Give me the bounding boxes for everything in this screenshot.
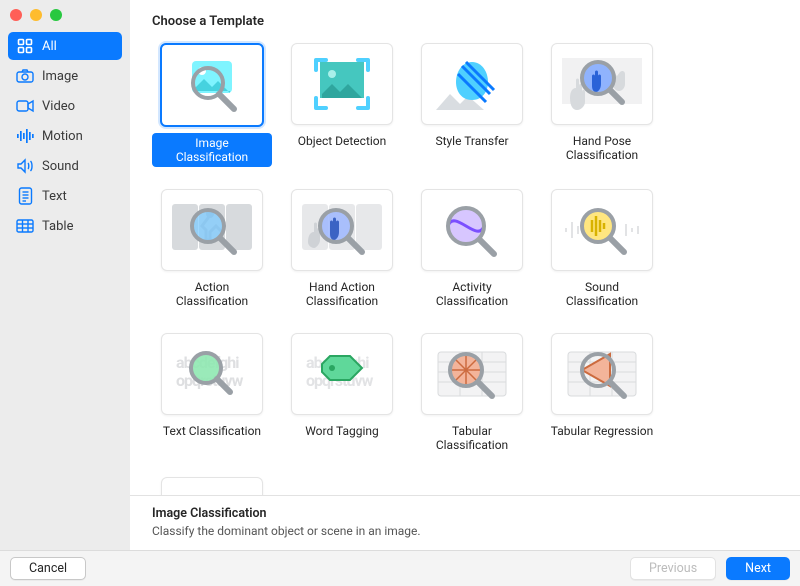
sidebar-item-video[interactable]: Video	[8, 92, 122, 120]
template-label: Activity Classification	[412, 277, 532, 311]
grid-icon	[16, 37, 34, 55]
camera-icon	[16, 67, 34, 85]
template-label: Hand Pose Classification	[542, 131, 662, 165]
template-card-word-tagging[interactable]: abcdefghiopqrstuvw Word Tagging	[282, 333, 402, 455]
template-card-activity-classification[interactable]: Activity Classification	[412, 189, 532, 311]
next-button[interactable]: Next	[726, 557, 790, 580]
detail-description: Classify the dominant object or scene in…	[152, 524, 778, 538]
style-transfer-thumb	[421, 43, 523, 125]
sidebar-item-label: Sound	[42, 159, 79, 174]
template-card-tabular-classification[interactable]: Tabular Classification	[412, 333, 532, 455]
close-icon[interactable]	[10, 9, 22, 21]
sidebar-item-image[interactable]: Image	[8, 62, 122, 90]
sidebar-item-label: Image	[42, 69, 78, 84]
template-label: Tabular Classification	[412, 421, 532, 455]
sidebar-item-table[interactable]: Table	[8, 212, 122, 240]
sidebar: All Image Video Motion	[0, 0, 130, 550]
sidebar-item-text[interactable]: Text	[8, 182, 122, 210]
detail-title: Image Classification	[152, 506, 778, 521]
activity-classification-thumb	[421, 189, 523, 271]
tabular-classification-thumb	[421, 333, 523, 415]
template-label: Sound Classification	[542, 277, 662, 311]
hand-pose-classification-thumb	[551, 43, 653, 125]
sidebar-item-label: All	[42, 39, 57, 54]
template-label: Text Classification	[157, 421, 267, 441]
sidebar-item-label: Table	[42, 219, 73, 234]
template-card-hand-action-classification[interactable]: Hand Action Classification	[282, 189, 402, 311]
template-card-text-classification[interactable]: abcdefghiopqrstuvw Text Classification	[152, 333, 272, 455]
object-detection-thumb	[291, 43, 393, 125]
text-classification-thumb: abcdefghiopqrstuvw	[161, 333, 263, 415]
template-label: Object Detection	[292, 131, 393, 151]
template-card-action-classification[interactable]: Action Classification	[152, 189, 272, 311]
image-classification-thumb	[160, 43, 264, 127]
main-panel: Choose a Template Image Classification Ob…	[130, 0, 800, 550]
window-controls[interactable]	[10, 9, 62, 21]
sidebar-item-label: Video	[42, 99, 75, 114]
template-label: Style Transfer	[429, 131, 514, 151]
speaker-icon	[16, 157, 34, 175]
template-card-tabular-regression[interactable]: Tabular Regression	[542, 333, 662, 455]
action-classification-thumb	[161, 189, 263, 271]
template-grid: Image Classification Object Detection Styl…	[152, 43, 778, 495]
template-label: Hand Action Classification	[282, 277, 402, 311]
template-card-image-classification[interactable]: Image Classification	[152, 43, 272, 167]
video-icon	[16, 97, 34, 115]
sidebar-item-label: Text	[42, 189, 67, 204]
sidebar-item-label: Motion	[42, 129, 83, 144]
tabular-regression-thumb	[551, 333, 653, 415]
sidebar-item-motion[interactable]: Motion	[8, 122, 122, 150]
sidebar-item-sound[interactable]: Sound	[8, 152, 122, 180]
page-title: Choose a Template	[152, 14, 778, 29]
cancel-button[interactable]: Cancel	[10, 557, 86, 580]
template-card-hand-pose-classification[interactable]: Hand Pose Classification	[542, 43, 662, 167]
sidebar-item-all[interactable]: All	[8, 32, 122, 60]
detail-panel: Image Classification Classify the domina…	[130, 495, 800, 550]
bottom-toolbar: Cancel Previous Next	[0, 550, 800, 586]
document-icon	[16, 187, 34, 205]
recommendation-thumb	[161, 477, 263, 495]
hand-action-classification-thumb	[291, 189, 393, 271]
minimize-icon[interactable]	[30, 9, 42, 21]
word-tagging-thumb: abcdefghiopqrstuvw	[291, 333, 393, 415]
template-label: Action Classification	[152, 277, 272, 311]
previous-button[interactable]: Previous	[630, 557, 716, 580]
template-label: Word Tagging	[299, 421, 385, 441]
waveform-bars-icon	[16, 127, 34, 145]
sound-classification-thumb	[551, 189, 653, 271]
template-label: Image Classification	[152, 133, 272, 167]
table-icon	[16, 217, 34, 235]
template-card-sound-classification[interactable]: Sound Classification	[542, 189, 662, 311]
template-card-recommendation[interactable]: Recommendation	[152, 477, 272, 495]
template-card-object-detection[interactable]: Object Detection	[282, 43, 402, 167]
maximize-icon[interactable]	[50, 9, 62, 21]
template-card-style-transfer[interactable]: Style Transfer	[412, 43, 532, 167]
template-label: Tabular Regression	[545, 421, 659, 441]
